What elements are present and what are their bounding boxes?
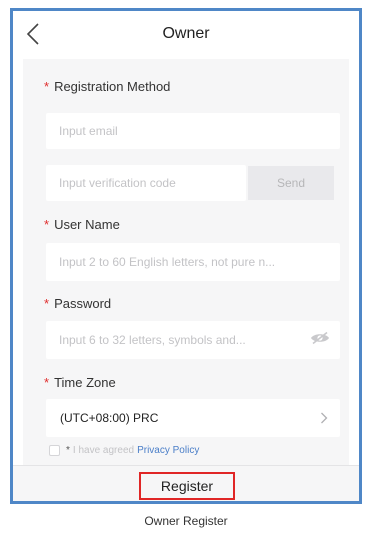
verification-code-field[interactable]: [46, 176, 246, 190]
phone-screen-frame: Owner * Registration Method Send * User Na…: [10, 8, 362, 504]
page-title: Owner: [162, 25, 210, 42]
user-name-label: * User Name: [44, 217, 120, 232]
password-label: * Password: [44, 296, 111, 311]
registration-form: * Registration Method Send * User Name * Pa…: [23, 59, 349, 465]
email-field[interactable]: [46, 124, 340, 138]
password-field[interactable]: [46, 333, 340, 347]
verification-code-field-container: [46, 165, 246, 201]
figure-caption: Owner Register: [144, 514, 228, 528]
chevron-right-icon: [321, 412, 328, 424]
email-field-container: [46, 113, 340, 149]
user-name-label-text: User Name: [54, 217, 120, 232]
required-mark: *: [44, 79, 50, 94]
required-mark: *: [44, 217, 50, 232]
time-zone-label: * Time Zone: [44, 375, 116, 390]
user-name-field[interactable]: [46, 255, 340, 269]
time-zone-select[interactable]: (UTC+08:00) PRC: [46, 399, 340, 437]
agreement-checkbox[interactable]: [49, 445, 60, 456]
privacy-agreement-row: * I have agreed Privacy Policy: [49, 445, 199, 456]
send-code-button[interactable]: Send: [248, 166, 334, 200]
registration-method-label: * Registration Method: [44, 79, 170, 94]
eye-icon[interactable]: [310, 331, 330, 345]
register-bar: Register: [13, 465, 359, 501]
user-name-field-container: [46, 243, 340, 281]
top-header: Owner: [13, 11, 359, 59]
time-zone-value: (UTC+08:00) PRC: [60, 411, 159, 425]
password-label-text: Password: [54, 296, 112, 311]
register-button[interactable]: Register: [139, 472, 235, 500]
registration-method-label-text: Registration Method: [54, 79, 171, 94]
required-mark: *: [44, 375, 50, 390]
password-field-container: [46, 321, 340, 359]
time-zone-label-text: Time Zone: [54, 375, 116, 390]
required-mark: *: [44, 296, 50, 311]
required-mark: *: [66, 445, 70, 456]
agreement-text: I have agreed: [72, 445, 135, 456]
privacy-policy-link[interactable]: Privacy Policy: [137, 445, 199, 456]
